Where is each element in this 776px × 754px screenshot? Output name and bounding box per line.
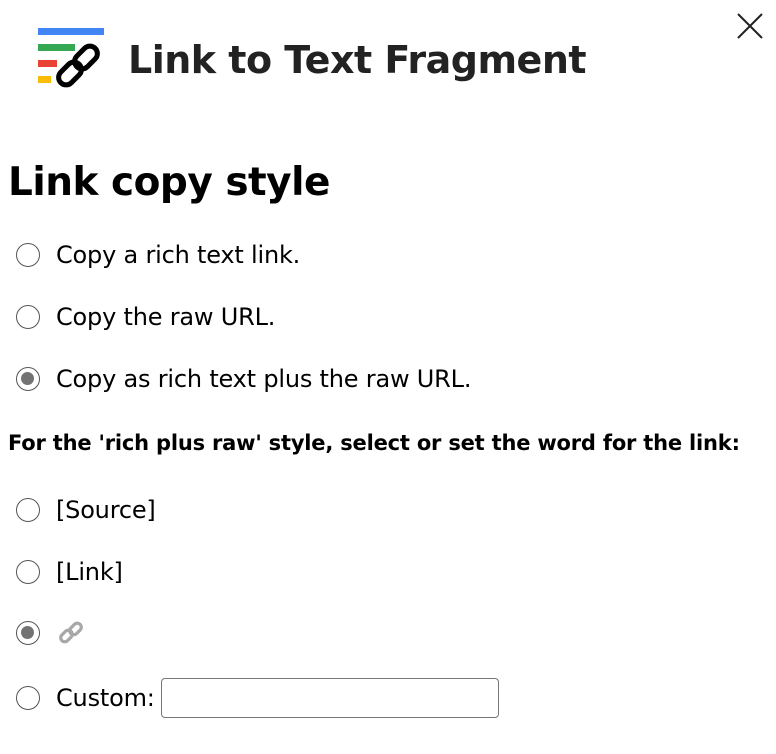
option-label: [Source]	[56, 496, 156, 524]
option-label: Copy as rich text plus the raw URL.	[56, 365, 472, 393]
option-rich-plus-raw[interactable]: Copy as rich text plus the raw URL.	[16, 362, 471, 396]
option-word-custom[interactable]: Custom:	[16, 678, 499, 718]
app-title: Link to Text Fragment	[128, 38, 587, 82]
option-label: [Link]	[56, 558, 123, 586]
radio-button[interactable]	[16, 686, 40, 710]
link-word-heading: For the 'rich plus raw' style, select or…	[8, 431, 740, 455]
link-icon	[59, 621, 83, 644]
app-header: Link to Text Fragment	[38, 28, 587, 92]
radio-button-selected[interactable]	[16, 367, 40, 391]
radio-button[interactable]	[16, 560, 40, 584]
link-copy-style-heading: Link copy style	[8, 160, 330, 205]
option-label: Copy the raw URL.	[56, 303, 276, 331]
radio-button[interactable]	[16, 498, 40, 522]
option-raw-url[interactable]: Copy the raw URL.	[16, 300, 275, 334]
option-word-link-emoji[interactable]	[16, 616, 84, 650]
option-word-source[interactable]: [Source]	[16, 493, 156, 527]
option-label: Copy a rich text link.	[56, 241, 301, 269]
link-fragment-logo-icon	[38, 28, 104, 88]
option-label: Custom:	[56, 684, 155, 712]
custom-word-input[interactable]	[160, 678, 499, 718]
close-icon[interactable]	[734, 10, 766, 42]
radio-button[interactable]	[16, 305, 40, 329]
radio-button-selected[interactable]	[16, 621, 40, 645]
radio-button[interactable]	[16, 243, 40, 267]
option-word-link[interactable]: [Link]	[16, 555, 123, 589]
option-rich-text-link[interactable]: Copy a rich text link.	[16, 238, 300, 272]
